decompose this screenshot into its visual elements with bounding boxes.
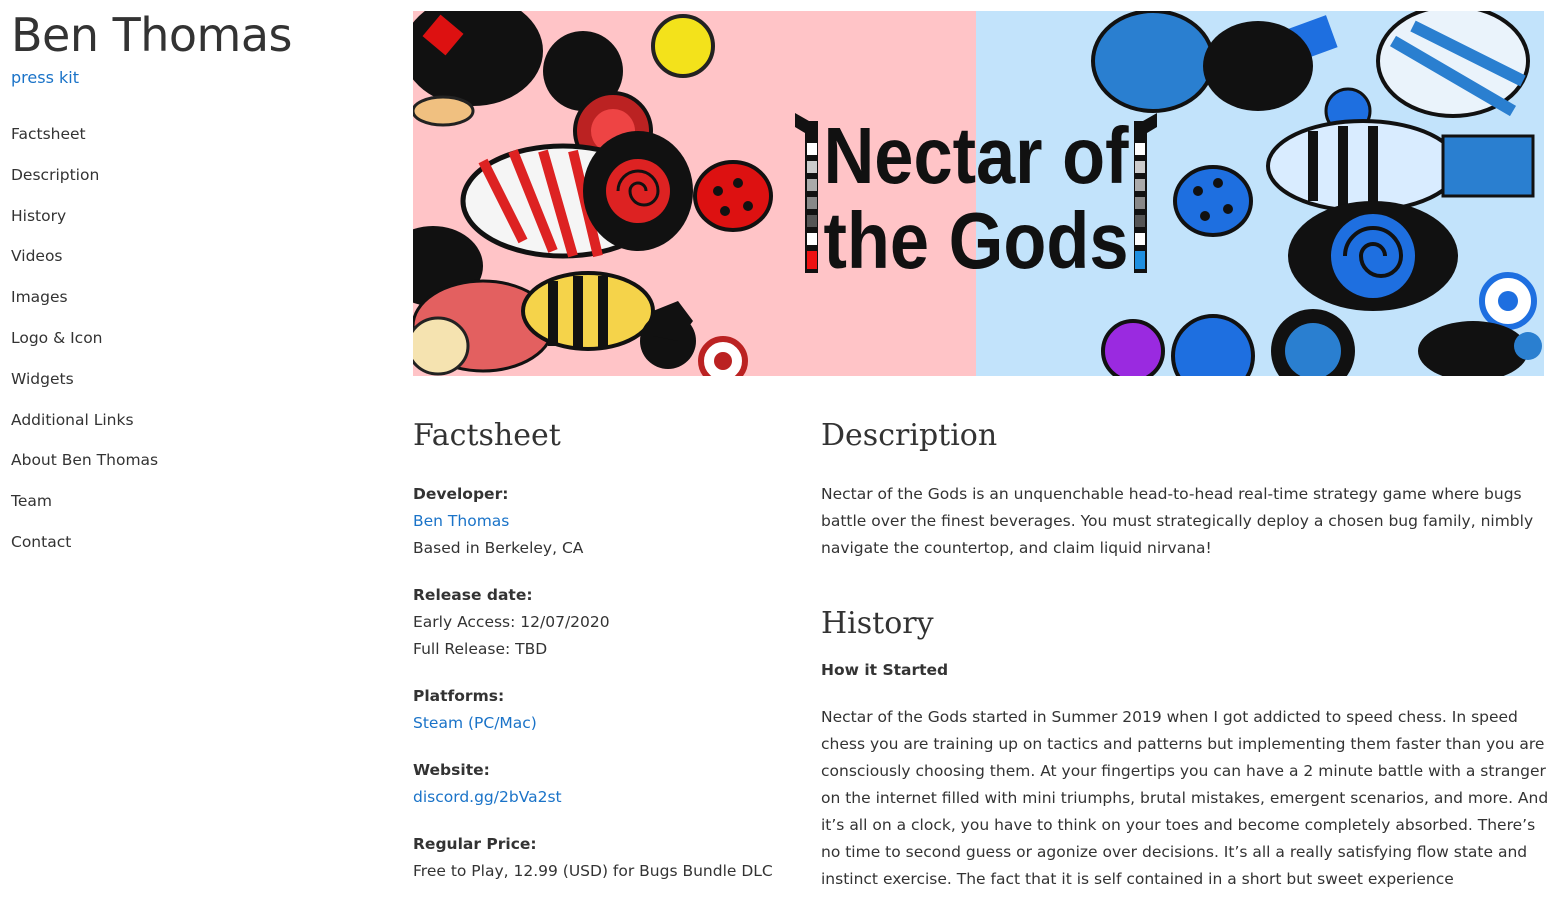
release-early-access: Early Access: 12/07/2020	[413, 613, 610, 631]
nav-item-team[interactable]: Team	[11, 492, 52, 510]
nav-item-history[interactable]: History	[11, 207, 66, 225]
factsheet-section: Factsheet Developer: Ben Thomas Based in…	[413, 416, 793, 905]
website-link[interactable]: discord.gg/2bVa2st	[413, 784, 793, 811]
sidebar: Ben Thomas press kit Factsheet Descripti…	[11, 8, 341, 573]
platforms-label: Platforms:	[413, 687, 505, 705]
history-subheading: How it Started	[821, 661, 949, 679]
nav-item-factsheet[interactable]: Factsheet	[11, 125, 86, 143]
description-text: Nectar of the Gods is an unquenchable he…	[821, 485, 1534, 557]
release-group: Release date: Early Access: 12/07/2020 F…	[413, 582, 793, 663]
factsheet-heading: Factsheet	[413, 418, 561, 453]
header-banner-image: Nectar of the Gods	[413, 11, 1544, 376]
nav-item-images[interactable]: Images	[11, 288, 68, 306]
website-group: Website: discord.gg/2bVa2st	[413, 757, 793, 811]
press-kit-link[interactable]: press kit	[11, 68, 341, 87]
main-content: Description Nectar of the Gods is an unq…	[821, 416, 1551, 893]
developer-location: Based in Berkeley, CA	[413, 539, 584, 557]
description-heading: Description	[821, 418, 998, 453]
platforms-steam-link[interactable]: Steam (PC/Mac)	[413, 710, 793, 737]
logo-title-line1: Nectar of	[823, 111, 1129, 200]
developer-label: Developer:	[413, 485, 509, 503]
nav-item-contact[interactable]: Contact	[11, 533, 71, 551]
nav-item-widgets[interactable]: Widgets	[11, 370, 74, 388]
developer-link[interactable]: Ben Thomas	[413, 508, 793, 535]
website-label: Website:	[413, 761, 490, 779]
logo-title-line2: the Gods	[823, 196, 1128, 285]
site-title: Ben Thomas	[11, 8, 293, 62]
price-value: Free to Play, 12.99 (USD) for Bugs Bundl…	[413, 862, 773, 880]
price-group: Regular Price: Free to Play, 12.99 (USD)…	[413, 831, 793, 885]
nav-item-videos[interactable]: Videos	[11, 247, 63, 265]
platforms-group: Platforms: Steam (PC/Mac)	[413, 683, 793, 737]
release-label: Release date:	[413, 586, 533, 604]
nav-item-additional-links[interactable]: Additional Links	[11, 411, 134, 429]
nav-item-about[interactable]: About Ben Thomas	[11, 451, 158, 469]
history-text: Nectar of the Gods started in Summer 201…	[821, 708, 1549, 888]
nav-item-logo-icon[interactable]: Logo & Icon	[11, 329, 103, 347]
history-heading: History	[821, 606, 934, 641]
sidebar-nav: Factsheet Description History Videos Ima…	[11, 124, 341, 552]
release-full: Full Release: TBD	[413, 640, 548, 658]
developer-group: Developer: Ben Thomas Based in Berkeley,…	[413, 481, 793, 562]
nav-item-description[interactable]: Description	[11, 166, 99, 184]
price-label: Regular Price:	[413, 835, 537, 853]
